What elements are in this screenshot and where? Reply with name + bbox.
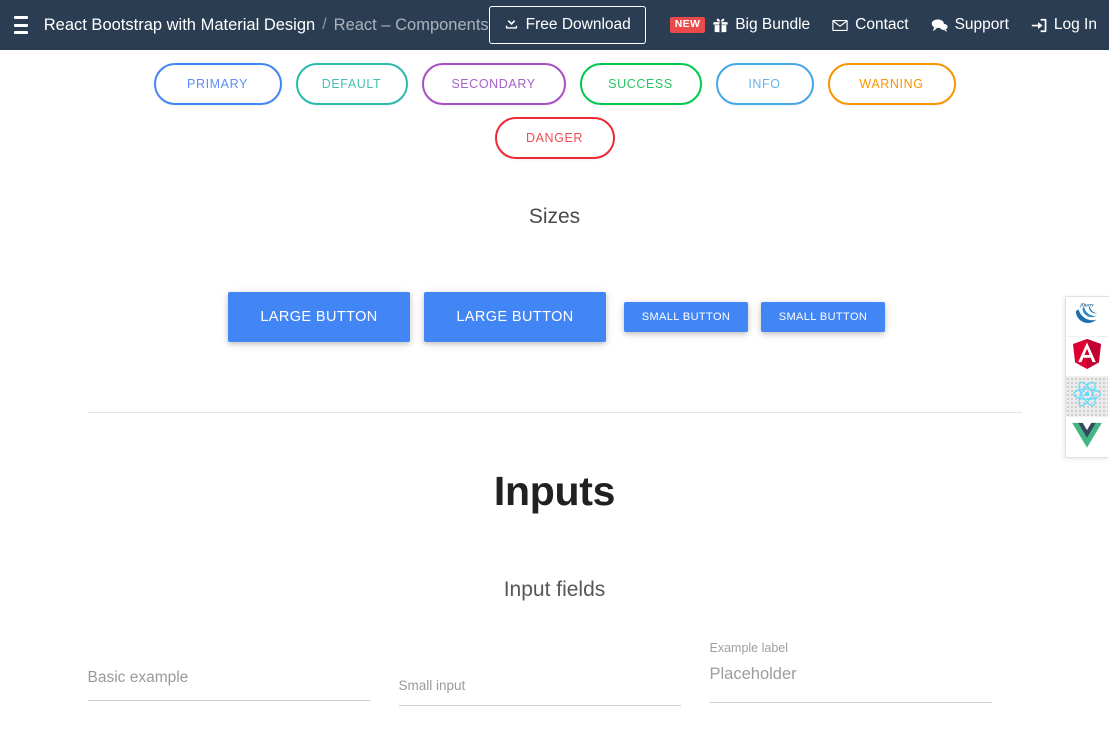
small-input-field[interactable]: Small input: [398, 630, 681, 706]
nav-link-label: Support: [954, 16, 1009, 33]
example-label: Example label: [709, 641, 789, 655]
outline-buttons-row-2: Danger: [88, 111, 1022, 165]
hamburger-bar: [14, 23, 28, 27]
chat-icon: [931, 18, 948, 33]
brand-title[interactable]: React Bootstrap with Material Design: [44, 16, 315, 35]
button-outline-secondary[interactable]: Secondary: [421, 63, 566, 105]
top-navbar: React Bootstrap with Material Design / R…: [0, 0, 1109, 50]
react-icon: [1072, 380, 1102, 413]
nav-link-label: Log In: [1053, 16, 1097, 33]
nav-link-log-in[interactable]: Log In: [1031, 16, 1097, 34]
nav-link-big-bundle[interactable]: Big Bundle: [713, 16, 810, 34]
framework-item-angular[interactable]: [1066, 337, 1108, 377]
framework-item-vue[interactable]: [1066, 417, 1108, 457]
login-icon: [1031, 18, 1047, 33]
button-outline-success[interactable]: Success: [579, 63, 702, 105]
hamburger-bar: [14, 16, 28, 19]
outline-buttons-row: Primary Default Secondary Success Info W…: [88, 50, 1022, 111]
nav-link-label: Contact: [855, 16, 909, 33]
nav-link-label: Big Bundle: [735, 16, 811, 33]
free-download-label: Free Download: [525, 16, 631, 33]
gift-icon: [713, 18, 728, 33]
basic-example-placeholder: Basic example: [87, 669, 189, 686]
example-label-field[interactable]: Example label Placeholder: [709, 630, 992, 703]
button-outline-default[interactable]: Default: [295, 63, 408, 105]
breadcrumb-separator: /: [322, 16, 327, 33]
large-button-1[interactable]: Large button: [228, 292, 410, 342]
button-outline-primary[interactable]: Primary: [153, 63, 282, 105]
input-underline: [709, 702, 992, 703]
framework-item-react[interactable]: [1066, 377, 1108, 417]
vue-icon: [1072, 422, 1102, 453]
sizes-heading: Sizes: [528, 205, 581, 228]
nav-link-support[interactable]: Support: [931, 16, 1009, 34]
page-content: Primary Default Secondary Success Info W…: [0, 50, 1109, 750]
field-column-small: Small input: [398, 630, 710, 706]
inputs-heading: Inputs: [493, 468, 616, 514]
free-download-button[interactable]: Free Download: [488, 6, 646, 44]
framework-switcher-panel: jQuery: [1065, 296, 1109, 458]
sizes-button-row: Large button Large button Small button S…: [0, 292, 1109, 342]
envelope-icon: [832, 18, 848, 33]
angular-icon: [1073, 339, 1101, 374]
button-outline-warning[interactable]: Warning: [827, 63, 956, 105]
small-button-1[interactable]: Small button: [624, 302, 748, 332]
hamburger-icon[interactable]: [14, 16, 28, 34]
large-button-2[interactable]: Large button: [424, 292, 606, 342]
new-badge: NEW: [669, 17, 706, 33]
framework-item-jquery[interactable]: jQuery: [1066, 297, 1108, 337]
input-underline: [87, 700, 370, 701]
input-fields-row: Basic example Small input Example label …: [87, 602, 1022, 706]
small-button-2[interactable]: Small button: [761, 302, 885, 332]
input-underline: [398, 705, 681, 706]
button-outline-info[interactable]: Info: [715, 63, 814, 105]
input-fields-subheading: Input fields: [503, 578, 606, 601]
button-outline-danger[interactable]: Danger: [494, 117, 615, 159]
download-icon: [504, 15, 519, 35]
basic-example-field[interactable]: Basic example: [87, 630, 370, 701]
field-column-example: Example label Placeholder: [709, 630, 1021, 706]
navbar-right-group: Free Download NEW Big Bundle Contact Sup…: [488, 6, 1097, 44]
section-divider: [87, 412, 1022, 413]
example-placeholder: Placeholder: [709, 665, 797, 683]
nav-link-contact[interactable]: Contact: [832, 16, 909, 34]
svg-text:jQuery: jQuery: [1079, 304, 1094, 309]
hamburger-bar: [14, 31, 28, 34]
breadcrumb[interactable]: React – Components: [334, 16, 489, 35]
small-input-placeholder: Small input: [398, 678, 466, 693]
field-column-basic: Basic example: [87, 630, 399, 706]
jquery-icon: jQuery: [1072, 300, 1102, 333]
